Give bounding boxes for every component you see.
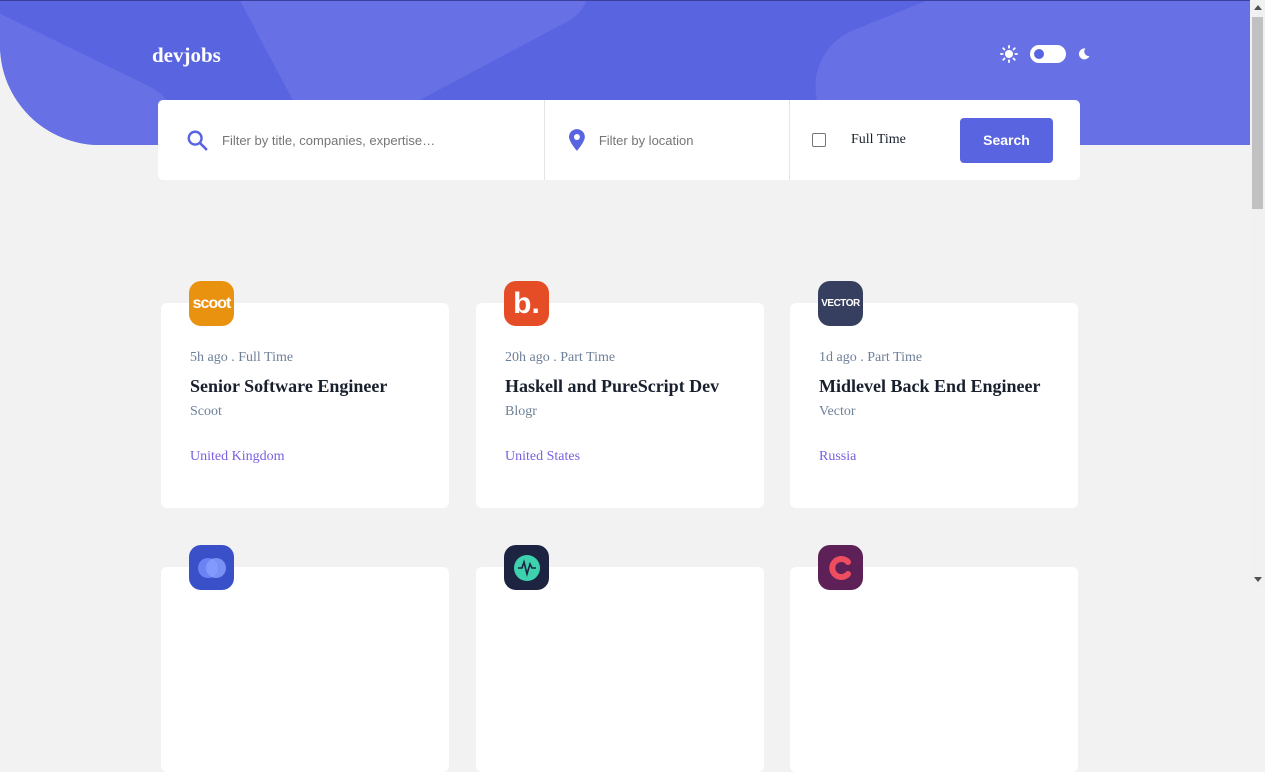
fulltime-checkbox[interactable] xyxy=(812,133,826,147)
job-location: United Kingdom xyxy=(190,449,285,464)
job-card[interactable] xyxy=(790,545,1078,772)
job-meta: 1d ago . Part Time xyxy=(819,350,923,365)
job-location: Russia xyxy=(819,449,857,464)
search-button[interactable]: Search xyxy=(960,117,1053,163)
toggle-knob xyxy=(1034,49,1044,59)
company-logo xyxy=(504,545,549,590)
company-logo-text: VECTOR xyxy=(821,298,860,309)
moon-icon xyxy=(1078,48,1090,60)
company-logo: VECTOR xyxy=(818,281,863,326)
job-company: Blogr xyxy=(505,404,537,419)
title-filter xyxy=(158,100,545,180)
company-logo xyxy=(818,545,863,590)
theme-toggle[interactable] xyxy=(1030,45,1066,63)
job-posted: 1d ago xyxy=(819,350,857,365)
job-company: Vector xyxy=(819,404,856,419)
company-logo: scoot xyxy=(189,281,234,326)
overlapping-circles-icon xyxy=(197,557,226,578)
job-card[interactable]: scoot 5h ago . Full Time Senior Software… xyxy=(161,281,449,508)
job-card[interactable] xyxy=(476,545,764,772)
company-logo-text: b. xyxy=(513,286,540,320)
job-posted: 20h ago xyxy=(505,350,550,365)
location-filter xyxy=(545,100,790,180)
title-filter-input[interactable] xyxy=(220,131,524,149)
company-logo xyxy=(189,545,234,590)
search-bar: Full Time Search xyxy=(158,100,1080,180)
job-card[interactable]: b. 20h ago . Part Time Haskell and PureS… xyxy=(476,281,764,508)
location-pin-icon xyxy=(569,129,585,151)
job-company: Scoot xyxy=(190,404,222,419)
job-posted: 5h ago xyxy=(190,350,228,365)
company-logo: b. xyxy=(504,281,549,326)
job-meta: 20h ago . Part Time xyxy=(505,350,616,365)
pulse-wave-icon xyxy=(513,554,540,581)
job-title[interactable]: Senior Software Engineer xyxy=(190,376,387,397)
job-title[interactable]: Haskell and PureScript Dev xyxy=(505,376,719,397)
job-meta: 5h ago . Full Time xyxy=(190,350,294,365)
location-filter-input[interactable] xyxy=(596,131,789,149)
job-contract: Full Time xyxy=(238,350,294,365)
scroll-down-arrow-icon[interactable] xyxy=(1254,577,1262,582)
job-card[interactable]: VECTOR 1d ago . Part Time Midlevel Back … xyxy=(790,281,1078,508)
scroll-up-arrow-icon[interactable] xyxy=(1254,5,1262,10)
site-logo[interactable]: devjobs xyxy=(152,43,221,68)
job-contract: Part Time xyxy=(867,350,923,365)
sun-icon xyxy=(1000,45,1018,63)
job-card[interactable] xyxy=(161,545,449,772)
search-icon xyxy=(187,130,208,151)
company-logo-text: scoot xyxy=(192,294,232,312)
theme-switcher xyxy=(1000,45,1090,63)
fulltime-label: Full Time xyxy=(851,132,906,147)
scrollbar-thumb[interactable] xyxy=(1252,17,1263,209)
scrollbar[interactable] xyxy=(1250,0,1265,587)
job-location: United States xyxy=(505,449,581,464)
c-letter-icon xyxy=(828,555,851,580)
job-title[interactable]: Midlevel Back End Engineer xyxy=(819,376,1041,397)
fulltime-filter: Full Time Search xyxy=(790,100,1080,180)
job-contract: Part Time xyxy=(560,350,616,365)
